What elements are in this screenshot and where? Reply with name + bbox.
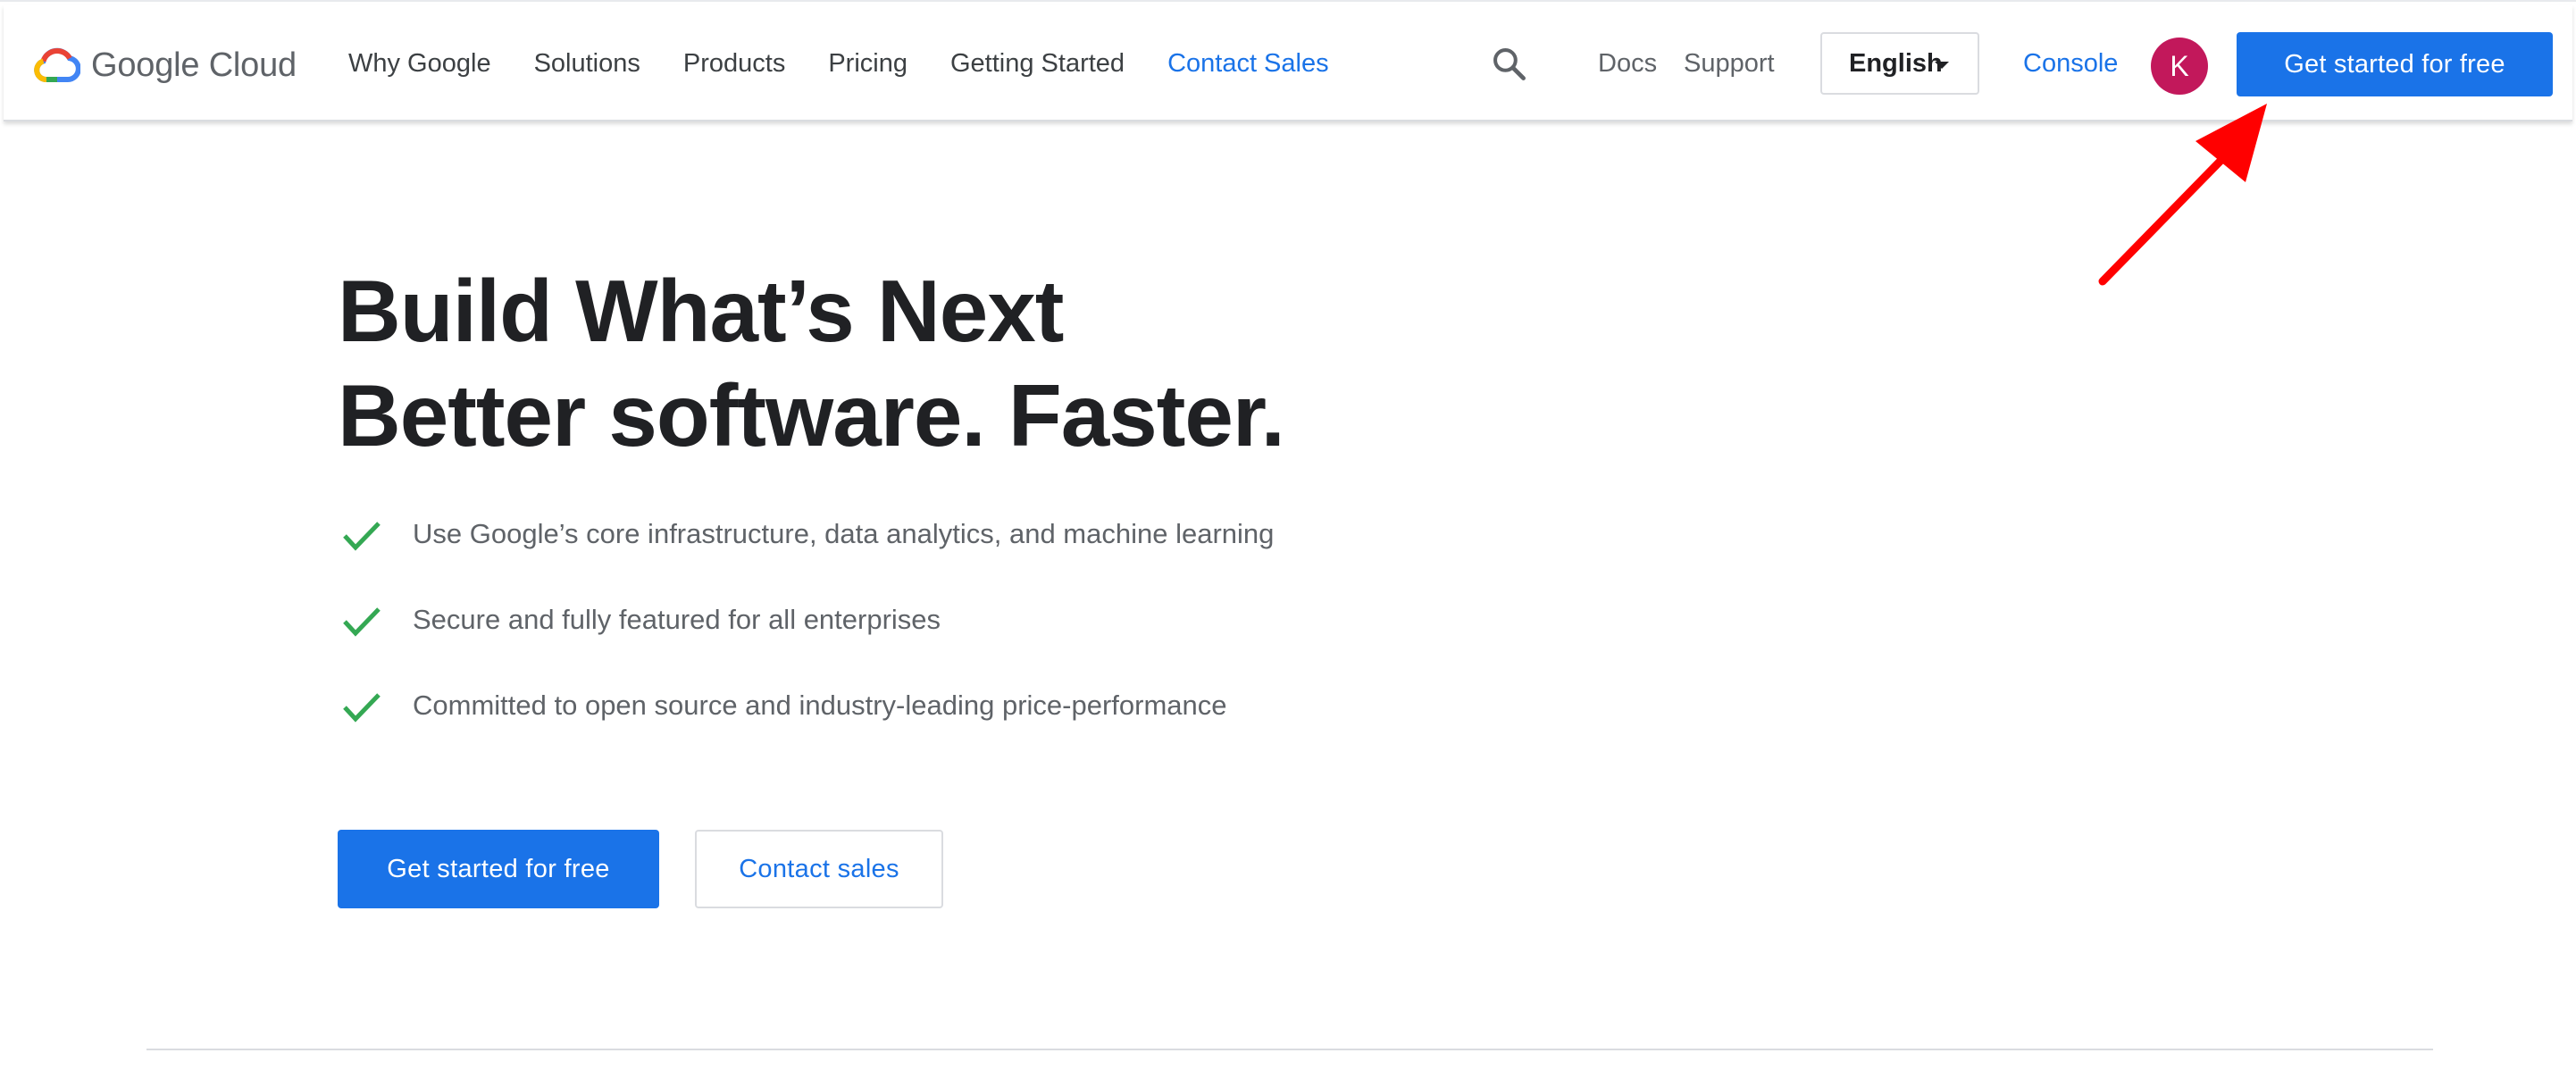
nav-solutions[interactable]: Solutions bbox=[534, 49, 640, 79]
check-icon bbox=[343, 607, 381, 637]
nav-pricing[interactable]: Pricing bbox=[828, 49, 907, 79]
google-cloud-logo-icon bbox=[34, 47, 80, 82]
nav-products[interactable]: Products bbox=[683, 49, 785, 79]
nav-contact-sales[interactable]: Contact Sales bbox=[1167, 49, 1329, 79]
hero-title: Build What’s Next Better software. Faste… bbox=[338, 259, 1588, 468]
nav-why-google[interactable]: Why Google bbox=[348, 49, 491, 79]
get-started-top-button[interactable]: Get started for free bbox=[2237, 32, 2553, 96]
support-link[interactable]: Support bbox=[1684, 5, 1775, 121]
list-item: Secure and fully featured for all enterp… bbox=[341, 602, 1592, 688]
nav-getting-started[interactable]: Getting Started bbox=[950, 49, 1125, 79]
get-started-button[interactable]: Get started for free bbox=[338, 830, 659, 908]
contact-sales-button[interactable]: Contact sales bbox=[695, 830, 943, 908]
feature-text: Secure and fully featured for all enterp… bbox=[413, 604, 941, 635]
language-selected: English bbox=[1849, 48, 1943, 78]
feature-text: Committed to open source and industry-le… bbox=[413, 690, 1227, 721]
console-link[interactable]: Console bbox=[2023, 5, 2118, 121]
language-select[interactable]: English bbox=[1820, 32, 1979, 95]
feature-list: Use Google’s core infrastructure, data a… bbox=[341, 516, 1592, 773]
docs-link[interactable]: Docs bbox=[1598, 5, 1657, 121]
site-header: Google Cloud Why Google Solutions Produc… bbox=[4, 5, 2572, 121]
search-icon[interactable] bbox=[1490, 45, 1529, 84]
feature-text: Use Google’s core infrastructure, data a… bbox=[413, 518, 1275, 549]
avatar[interactable]: K bbox=[2151, 38, 2208, 95]
hero-title-line-1: Build What’s Next bbox=[338, 262, 1064, 360]
list-item: Use Google’s core infrastructure, data a… bbox=[341, 516, 1592, 602]
caret-down-icon bbox=[1935, 62, 1949, 69]
google-cloud-logo[interactable]: Google Cloud bbox=[34, 41, 297, 89]
logo-text: Google Cloud bbox=[91, 46, 297, 84]
main-nav: Why Google Solutions Products Pricing Ge… bbox=[348, 5, 1372, 121]
check-icon bbox=[343, 522, 381, 551]
section-divider bbox=[146, 1049, 2433, 1050]
hero-title-line-2: Better software. Faster. bbox=[338, 366, 1285, 464]
list-item: Committed to open source and industry-le… bbox=[341, 688, 1592, 773]
check-icon bbox=[343, 693, 381, 723]
